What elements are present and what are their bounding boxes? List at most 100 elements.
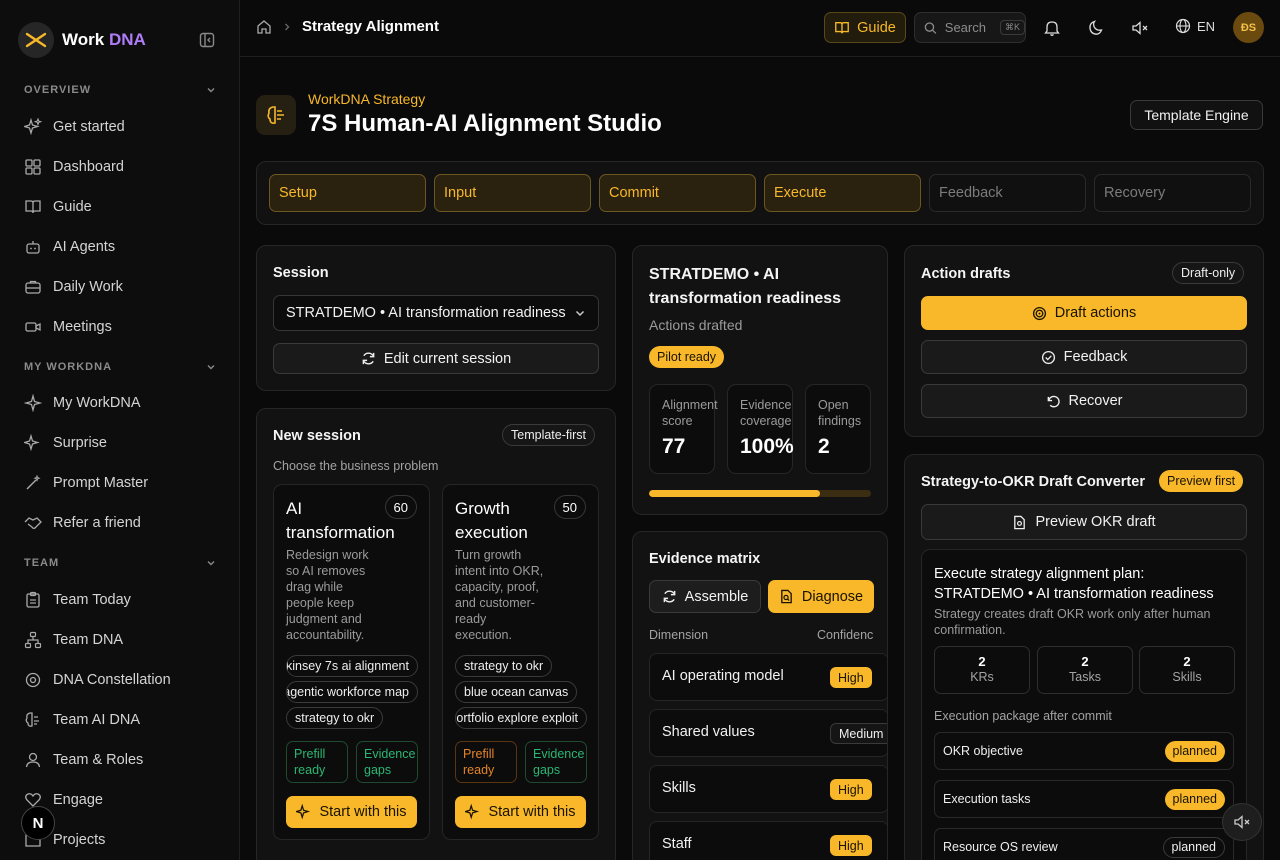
matrix-row[interactable]: AI operating model High (649, 653, 887, 701)
sidebar-item-team-today[interactable]: Team Today (24, 585, 224, 615)
step-setup[interactable]: Setup (269, 174, 426, 212)
package-item[interactable]: OKR objective planned (934, 732, 1234, 770)
preview-okr-button[interactable]: Preview OKR draft (921, 504, 1247, 540)
draft-actions-button[interactable]: Draft actions (921, 296, 1247, 330)
sidebar-item-dashboard[interactable]: Dashboard (24, 152, 224, 182)
step-execute[interactable]: Execute (764, 174, 921, 212)
state-evidence-gaps: Evidence gaps (356, 741, 418, 783)
chevron-down-icon (575, 310, 585, 317)
network-icon (24, 631, 42, 649)
new-session-subtitle: Choose the business problem (273, 459, 439, 473)
sidebar-item-engage[interactable]: Engage (24, 785, 224, 815)
sidebar-item-get-started[interactable]: Get started (24, 112, 224, 142)
brand[interactable]: Work DNA (18, 22, 146, 58)
section-overview[interactable]: OVERVIEW (24, 84, 216, 96)
template-first-badge: Template-first (502, 424, 596, 446)
sidebar-item-dna-constellation[interactable]: DNA Constellation (24, 665, 224, 695)
assemble-button[interactable]: Assemble (649, 580, 761, 613)
stat-tasks: 2 Tasks (1037, 646, 1133, 694)
language-switcher[interactable]: EN (1175, 18, 1215, 34)
avatar[interactable]: ĐS (1233, 12, 1264, 43)
sidebar-item-team-dna[interactable]: Team DNA (24, 625, 224, 655)
briefcase-icon (25, 280, 41, 294)
tag[interactable]: strategy to okr (286, 707, 384, 729)
sidebar-item-my-workdna[interactable]: My WorkDNA (24, 388, 224, 418)
tag[interactable]: mckinsey 7s ai alignment (286, 655, 418, 677)
plan-title: Execute strategy alignment plan: STRATDE… (934, 566, 1214, 602)
chevron-down-icon (207, 561, 215, 566)
refresh-icon (663, 590, 676, 603)
problem-card-ai-transformation[interactable]: AI transformation 60 Redesign work so AI… (273, 484, 430, 840)
summary-status: Actions drafted (649, 317, 743, 333)
problem-count: 50 (553, 495, 586, 519)
sidebar-item-team-roles[interactable]: Team & Roles (24, 745, 224, 775)
package-item[interactable]: Resource OS review planned (934, 828, 1234, 860)
planned-badge: planned (1162, 836, 1225, 858)
orbit-icon (25, 672, 41, 688)
home-icon[interactable] (256, 19, 272, 35)
sidebar-item-projects[interactable]: Projects (24, 825, 224, 855)
sidebar-item-meetings[interactable]: Meetings (24, 312, 224, 342)
guide-button[interactable]: Guide (824, 12, 906, 43)
sidebar-item-surprise[interactable]: Surprise (24, 428, 224, 458)
video-icon (25, 322, 41, 332)
search-input[interactable]: Search ⌘K (914, 12, 1026, 43)
file-icon (1014, 515, 1026, 529)
tag[interactable]: portfolio explore exploit (455, 707, 587, 729)
book-icon (25, 200, 41, 214)
start-with-this-button[interactable]: Start with this (455, 796, 586, 828)
tag[interactable]: strategy to okr (455, 655, 553, 677)
session-select[interactable]: STRATDEMO • AI transformation readiness (273, 295, 599, 331)
sound-toggle-button[interactable] (1222, 803, 1262, 841)
sidebar-item-ai-agents[interactable]: AI Agents (24, 232, 224, 262)
new-session-card: New session Template-first Choose the bu… (256, 408, 616, 860)
stat-skills: 2 Skills (1139, 646, 1235, 694)
template-engine-button[interactable]: Template Engine (1130, 100, 1263, 130)
new-session-title: New session (273, 428, 361, 444)
tag[interactable]: blue ocean canvas (455, 681, 578, 703)
session-title: Session (273, 265, 329, 281)
assistant-fab[interactable]: N (21, 806, 55, 840)
evidence-matrix-title: Evidence matrix (649, 551, 761, 567)
step-recovery[interactable]: Recovery (1094, 174, 1251, 212)
sidebar-item-refer[interactable]: Refer a friend (24, 508, 224, 538)
diagnose-button[interactable]: Diagnose (768, 580, 874, 613)
section-team[interactable]: TEAM (24, 557, 216, 569)
edit-session-button[interactable]: Edit current session (273, 343, 599, 374)
sparkles-icon (24, 118, 42, 136)
problem-card-growth-execution[interactable]: Growth execution 50 Turn growth intent i… (442, 484, 599, 840)
step-commit[interactable]: Commit (599, 174, 756, 212)
sidebar-item-team-ai-dna[interactable]: Team AI DNA (24, 705, 224, 735)
bot-icon (26, 241, 40, 254)
step-feedback[interactable]: Feedback (929, 174, 1086, 212)
section-my-workdna[interactable]: MY WORKDNA (24, 361, 216, 373)
recover-button[interactable]: Recover (921, 384, 1247, 418)
sidebar-item-prompt-master[interactable]: Prompt Master (24, 468, 224, 498)
collapse-sidebar-icon[interactable] (199, 32, 215, 48)
col-dimension: Dimension (649, 628, 709, 642)
moon-icon[interactable] (1087, 19, 1105, 37)
matrix-row[interactable]: Shared values Medium (649, 709, 887, 757)
feedback-button[interactable]: Feedback (921, 340, 1247, 374)
package-title: Execution package after commit (934, 709, 1112, 723)
start-with-this-button[interactable]: Start with this (286, 796, 417, 828)
state-prefill-ready: Prefill ready (286, 741, 348, 783)
session-summary-card: STRATDEMO • AI transformation readiness … (632, 245, 888, 515)
bell-icon[interactable] (1043, 19, 1061, 37)
metric-evidence-coverage: Evidence coverage 100% (727, 384, 794, 474)
matrix-row[interactable]: Staff High (649, 821, 887, 860)
sidebar-item-daily-work[interactable]: Daily Work (24, 272, 224, 302)
metric-open-findings: Open findings 2 (805, 384, 871, 474)
summary-title: STRATDEMO • AI transformation readiness (649, 266, 842, 307)
matrix-row[interactable]: Skills High (649, 765, 887, 813)
handshake-icon (24, 517, 42, 529)
sidebar-item-guide[interactable]: Guide (24, 192, 224, 222)
confidence-badge: High (830, 779, 872, 800)
package-item[interactable]: Execution tasks planned (934, 780, 1234, 818)
tag[interactable]: ai agentic workforce map (286, 681, 418, 703)
target-icon (1032, 306, 1046, 320)
state-prefill-ready: Prefill ready (455, 741, 517, 783)
alignment-progress-fill (649, 490, 820, 497)
step-input[interactable]: Input (434, 174, 591, 212)
volume-mute-icon[interactable] (1131, 19, 1149, 37)
